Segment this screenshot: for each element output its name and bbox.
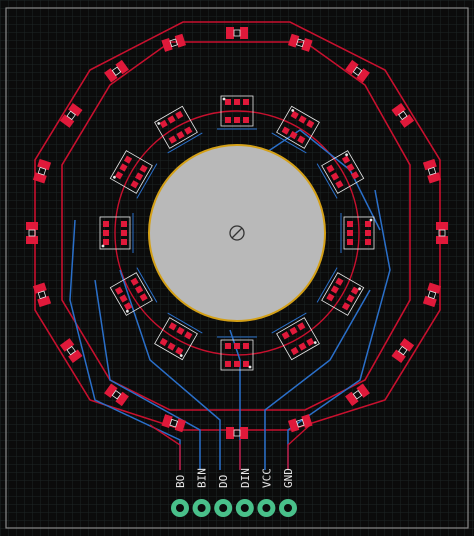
connector-pin-label: DO [217, 475, 230, 488]
connector-pin-label: GND [282, 468, 295, 488]
connector-pin-label: VCC [260, 468, 273, 488]
pcb-canvas[interactable]: BO BIN DO DIN VCC GND [0, 0, 474, 536]
connector-pin[interactable] [279, 499, 297, 517]
connector-pin-label: DIN [239, 468, 252, 488]
connector-pin[interactable] [235, 499, 254, 517]
connector-pin-label: BO [174, 475, 187, 488]
connector-pin-label: BIN [196, 468, 209, 488]
connector-pin[interactable] [192, 499, 211, 517]
connector-pin[interactable] [214, 499, 233, 517]
connector-pin[interactable] [257, 499, 276, 517]
connector-pin[interactable] [171, 499, 189, 517]
